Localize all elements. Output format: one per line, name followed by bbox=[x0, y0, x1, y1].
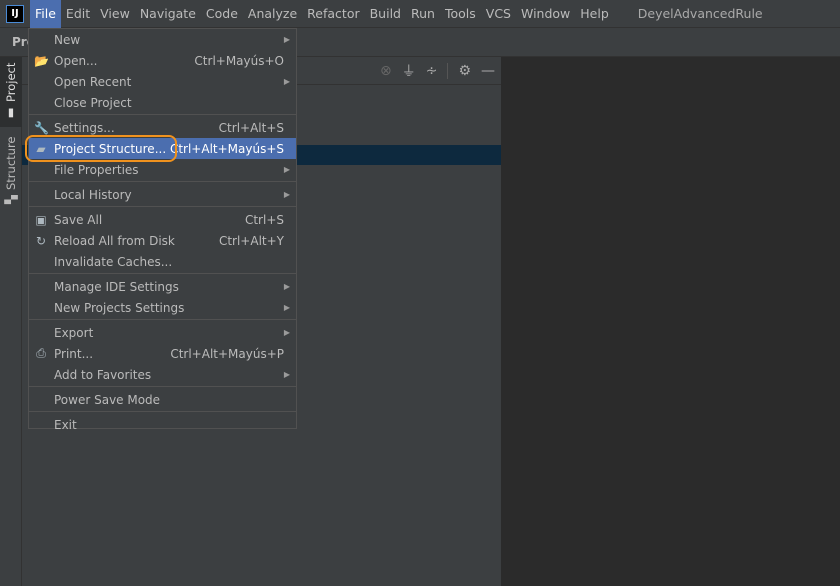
menu-item-exit[interactable]: Exit bbox=[29, 414, 296, 435]
collapse-all-icon[interactable]: ∻ bbox=[426, 63, 438, 79]
menu-help[interactable]: Help bbox=[575, 0, 614, 28]
menu-item-close-project[interactable]: Close Project bbox=[29, 92, 296, 113]
shortcut: Ctrl+Mayús+O bbox=[194, 53, 284, 68]
menu-item-manage-ide-settings[interactable]: Manage IDE Settings ▶ bbox=[29, 276, 296, 297]
menu-item-label: Manage IDE Settings bbox=[54, 279, 179, 294]
menu-file[interactable]: File bbox=[30, 0, 61, 28]
shortcut: Ctrl+Alt+Mayús+S bbox=[169, 141, 284, 156]
menu-item-label: Exit bbox=[54, 417, 77, 432]
wrench-icon: 🔧 bbox=[34, 120, 49, 135]
menu-item-save-all[interactable]: ▣ Save All Ctrl+S bbox=[29, 209, 296, 230]
menu-item-label: Export bbox=[54, 325, 94, 340]
folder-icon: ▮ bbox=[4, 107, 18, 122]
menu-item-label: New Projects Settings bbox=[54, 300, 185, 315]
menu-window[interactable]: Window bbox=[516, 0, 575, 28]
menu-item-label: Power Save Mode bbox=[54, 392, 161, 407]
folder-open-icon: 📂 bbox=[34, 53, 49, 68]
divider bbox=[447, 63, 449, 79]
menu-item-file-properties[interactable]: File Properties ▶ bbox=[29, 159, 296, 180]
menu-item-label: Save All bbox=[54, 212, 103, 227]
menu-item-label: Print... bbox=[54, 346, 94, 361]
minimize-icon[interactable]: — bbox=[481, 63, 495, 79]
menu-run[interactable]: Run bbox=[406, 0, 440, 28]
reload-icon: ↻ bbox=[35, 233, 47, 248]
tab-label: Project bbox=[4, 62, 18, 103]
submenu-arrow-icon: ▶ bbox=[283, 165, 290, 174]
submenu-arrow-icon: ▶ bbox=[283, 328, 290, 337]
menu-build[interactable]: Build bbox=[365, 0, 406, 28]
shortcut: Ctrl+Alt+Y bbox=[218, 233, 284, 248]
file-menu: New ▶ 📂 Open... Ctrl+Mayús+O Open Recent ▶ Clos… bbox=[28, 28, 297, 432]
submenu-arrow-icon: ▶ bbox=[283, 77, 290, 86]
app-logo: IJ bbox=[6, 4, 24, 23]
menu-item-label: Invalidate Caches... bbox=[54, 254, 173, 269]
menu-bar: IJ File Edit View Navigate Code Analyze Refact… bbox=[0, 0, 840, 28]
menu-item-new[interactable]: New ▶ bbox=[29, 29, 296, 50]
highlight-ring bbox=[25, 135, 177, 162]
menu-code[interactable]: Code bbox=[201, 0, 243, 28]
menu-tools[interactable]: Tools bbox=[440, 0, 481, 28]
menu-item-label: Add to Favorites bbox=[54, 367, 152, 382]
menu-item-power-save-mode[interactable]: Power Save Mode bbox=[29, 389, 296, 410]
print-icon: ⎙ bbox=[36, 346, 46, 360]
menu-item-export[interactable]: Export ▶ bbox=[29, 322, 296, 343]
menu-item-label: Local History bbox=[54, 187, 132, 202]
expand-all-icon[interactable]: ⏚ bbox=[402, 61, 416, 81]
submenu-arrow-icon: ▶ bbox=[283, 282, 290, 291]
submenu-arrow-icon: ▶ bbox=[283, 370, 290, 379]
project-title: DeyelAdvancedRule bbox=[637, 6, 763, 21]
menu-item-label: Open... bbox=[54, 53, 98, 68]
menu-item-label: Reload All from Disk bbox=[54, 233, 175, 248]
menu-item-label: File Properties bbox=[54, 162, 139, 177]
tab-project[interactable]: ▮ Project bbox=[0, 57, 22, 127]
tab-structure[interactable]: ▚ Structure bbox=[0, 135, 22, 205]
menu-edit[interactable]: Edit bbox=[61, 0, 95, 28]
menu-item-local-history[interactable]: Local History ▶ bbox=[29, 184, 296, 205]
locate-icon[interactable]: ⊗ bbox=[380, 63, 392, 79]
menu-item-invalidate-caches[interactable]: Invalidate Caches... bbox=[29, 251, 296, 272]
submenu-arrow-icon: ▶ bbox=[283, 35, 290, 44]
menu-item-add-to-favorites[interactable]: Add to Favorites ▶ bbox=[29, 364, 296, 385]
shortcut: Ctrl+S bbox=[244, 212, 284, 227]
menu-item-new-projects-settings[interactable]: New Projects Settings ▶ bbox=[29, 297, 296, 318]
menu-item-print[interactable]: ⎙ Print... Ctrl+Alt+Mayús+P bbox=[29, 343, 296, 364]
menu-refactor[interactable]: Refactor bbox=[302, 0, 364, 28]
tool-window-strip: ▮ Project ▚ Structure bbox=[0, 57, 22, 586]
menu-analyze[interactable]: Analyze bbox=[243, 0, 302, 28]
shortcut: Ctrl+Alt+S bbox=[218, 120, 284, 135]
menu-navigate[interactable]: Navigate bbox=[135, 0, 201, 28]
menu-item-reload-all-from-disk[interactable]: ↻ Reload All from Disk Ctrl+Alt+Y bbox=[29, 230, 296, 251]
save-icon: ▣ bbox=[35, 212, 47, 227]
submenu-arrow-icon: ▶ bbox=[283, 190, 290, 199]
menu-item-label: Open Recent bbox=[54, 74, 132, 89]
menu-item-label: Settings... bbox=[54, 120, 115, 135]
menu-vcs[interactable]: VCS bbox=[481, 0, 516, 28]
structure-icon: ▚ bbox=[4, 194, 18, 204]
menu-item-open[interactable]: 📂 Open... Ctrl+Mayús+O bbox=[29, 50, 296, 71]
menu-item-label: Close Project bbox=[54, 95, 132, 110]
logo-text: IJ bbox=[11, 8, 19, 19]
shortcut: Ctrl+Alt+Mayús+P bbox=[170, 346, 284, 361]
gear-icon[interactable]: ⚙ bbox=[458, 63, 471, 79]
menu-item-open-recent[interactable]: Open Recent ▶ bbox=[29, 71, 296, 92]
tab-label: Structure bbox=[4, 136, 18, 190]
menu-view[interactable]: View bbox=[95, 0, 135, 28]
menu-item-label: New bbox=[54, 32, 81, 47]
submenu-arrow-icon: ▶ bbox=[283, 303, 290, 312]
